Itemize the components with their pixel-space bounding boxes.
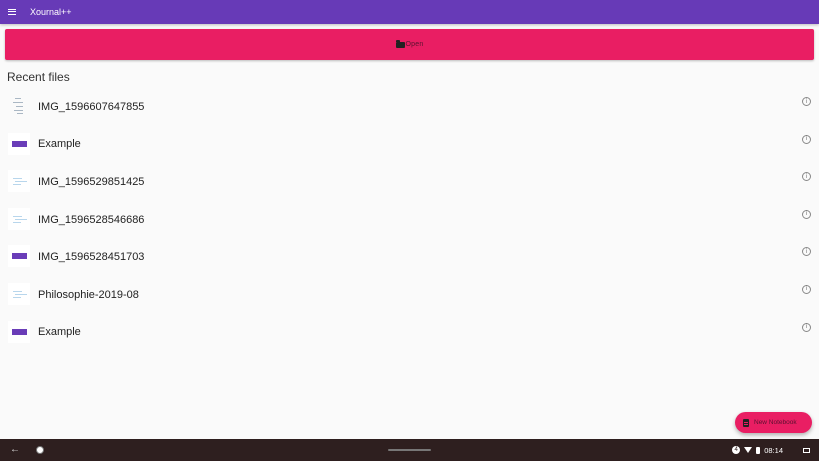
info-icon[interactable]: i bbox=[802, 322, 811, 332]
app-bar: Xournal++ bbox=[0, 0, 819, 24]
back-icon[interactable]: ← bbox=[10, 444, 20, 456]
info-icon[interactable]: i bbox=[802, 247, 811, 257]
status-area: 4 08:14 bbox=[732, 439, 819, 461]
recent-files-list: IMG_1596607647855 i Example i IMG_1596529851… bbox=[0, 88, 819, 351]
file-row[interactable]: IMG_1596607647855 i bbox=[0, 88, 819, 126]
system-navigation-bar: ← 4 08:14 bbox=[0, 439, 819, 461]
file-row[interactable]: IMG_1596529851425 i bbox=[0, 163, 819, 201]
file-thumbnail bbox=[8, 95, 30, 117]
screen-cast-icon[interactable] bbox=[803, 447, 810, 453]
wifi-icon bbox=[744, 447, 753, 453]
notification-badge: 4 bbox=[732, 446, 741, 454]
open-button[interactable]: Open bbox=[5, 29, 814, 60]
file-thumbnail bbox=[8, 320, 30, 343]
file-name: IMG_1596607647855 bbox=[38, 100, 145, 113]
recent-files-heading: Recent files bbox=[7, 70, 70, 84]
clock: 08:14 bbox=[764, 445, 783, 455]
battery-icon bbox=[756, 446, 761, 454]
info-icon[interactable]: i bbox=[802, 134, 811, 144]
file-row[interactable]: IMG_1596528546686 i bbox=[0, 201, 819, 239]
new-notebook-label: New Notebook bbox=[754, 419, 797, 426]
file-row[interactable]: IMG_1596528451703 i bbox=[0, 238, 819, 276]
info-icon[interactable]: i bbox=[802, 97, 811, 106]
info-icon[interactable]: i bbox=[802, 284, 811, 294]
menu-button[interactable] bbox=[0, 0, 24, 24]
file-thumbnail bbox=[8, 245, 30, 268]
file-name: Philosophie-2019-08 bbox=[38, 288, 139, 301]
file-name: Example bbox=[38, 138, 81, 151]
open-button-label: Open bbox=[405, 41, 424, 48]
file-thumbnail bbox=[8, 170, 30, 193]
file-thumbnail bbox=[8, 207, 30, 230]
gesture-handle[interactable] bbox=[388, 449, 431, 451]
file-thumbnail bbox=[8, 282, 30, 305]
app-title: Xournal++ bbox=[30, 7, 72, 17]
new-notebook-button[interactable]: New Notebook bbox=[735, 412, 812, 433]
file-name: IMG_1596528451703 bbox=[38, 251, 145, 264]
file-name: IMG_1596528546686 bbox=[38, 213, 145, 226]
file-name: IMG_1596529851425 bbox=[38, 175, 145, 188]
file-name: Example bbox=[38, 326, 81, 339]
file-thumbnail bbox=[8, 132, 30, 155]
note-add-icon bbox=[743, 418, 749, 427]
file-row[interactable]: Philosophie-2019-08 i bbox=[0, 276, 819, 314]
folder-icon bbox=[395, 40, 405, 48]
home-icon[interactable] bbox=[36, 446, 44, 454]
file-row[interactable]: Example i bbox=[0, 126, 819, 164]
file-row[interactable]: Example i bbox=[0, 314, 819, 352]
menu-icon bbox=[8, 9, 16, 15]
info-icon[interactable]: i bbox=[802, 209, 811, 219]
info-icon[interactable]: i bbox=[802, 172, 811, 182]
